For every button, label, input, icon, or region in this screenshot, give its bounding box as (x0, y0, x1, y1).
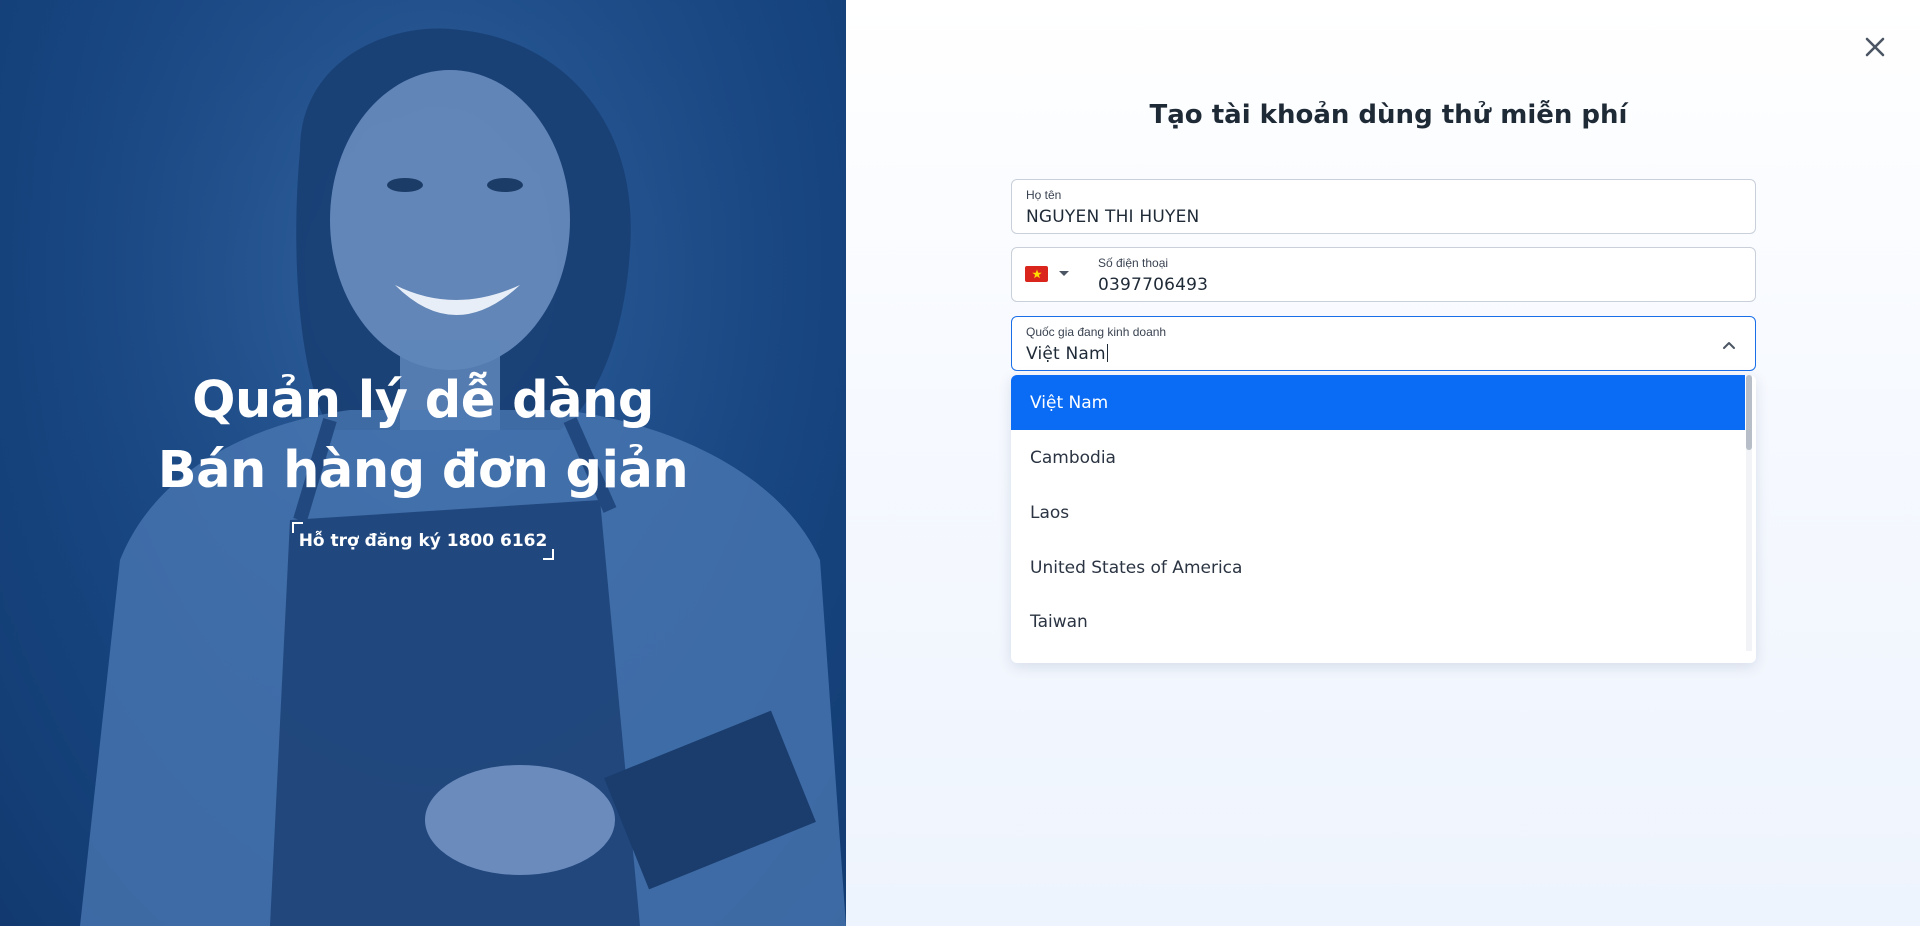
close-icon (1865, 37, 1885, 57)
caret-down-icon (1059, 271, 1069, 276)
phone-value: 0397706493 (1098, 275, 1209, 295)
vietnam-flag-icon (1025, 266, 1048, 282)
corner-bracket-icon (543, 549, 554, 560)
hotline-text: Hỗ trợ đăng ký 1800 6162 (298, 531, 548, 551)
option-laos[interactable]: Laos (1011, 485, 1745, 540)
country-select[interactable]: Quốc gia đang kinh doanh Việt Nam (1011, 316, 1756, 371)
full-name-value: NGUYEN THI HUYEN (1026, 207, 1200, 227)
country-label: Quốc gia đang kinh doanh (1026, 325, 1167, 339)
phone-field[interactable]: Số điện thoại 0397706493 (1011, 247, 1756, 302)
chevron-up-icon[interactable] (1719, 335, 1739, 355)
option-united-states[interactable]: United States of America (1011, 540, 1745, 595)
form-title: Tạo tài khoản dùng thử miễn phí (1149, 100, 1628, 130)
corner-bracket-icon (292, 522, 303, 533)
hero-title-line1: Quản lý dễ dàng (192, 371, 654, 430)
option-viet-nam[interactable]: Việt Nam (1011, 375, 1745, 430)
hero-headline: Quản lý dễ dàng Bán hàng đơn giản (0, 366, 846, 506)
country-value: Việt Nam (1026, 344, 1106, 364)
phone-label: Số điện thoại (1098, 256, 1169, 270)
option-cambodia[interactable]: Cambodia (1011, 430, 1745, 485)
full-name-field[interactable]: Họ tên NGUYEN THI HUYEN (1011, 179, 1756, 234)
option-taiwan[interactable]: Taiwan (1011, 594, 1745, 649)
full-name-label: Họ tên (1026, 188, 1062, 202)
hero-panel: Quản lý dễ dàng Bán hàng đơn giản Hỗ trợ… (0, 0, 846, 926)
dropdown-scrollbar-thumb[interactable] (1746, 375, 1752, 450)
country-dropdown: Việt Nam Cambodia Laos United States of … (1011, 375, 1756, 663)
country-code-selector[interactable] (1025, 266, 1070, 282)
close-button[interactable] (1858, 30, 1892, 64)
country-input[interactable]: Việt Nam (1026, 344, 1108, 364)
hero-title-line2: Bán hàng đơn giản (157, 441, 689, 500)
hotline-badge: Hỗ trợ đăng ký 1800 6162 (292, 522, 554, 560)
text-caret (1106, 344, 1108, 362)
